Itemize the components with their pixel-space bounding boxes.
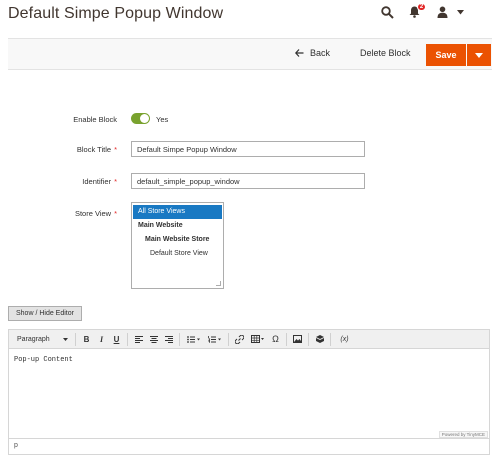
toggle-knob (140, 114, 149, 123)
toolbar-divider (127, 332, 128, 346)
save-options-toggle[interactable] (467, 44, 491, 66)
underline-icon[interactable]: U (110, 333, 123, 346)
back-button-label: Back (310, 48, 331, 58)
enable-block-toggle[interactable] (131, 113, 150, 124)
store-view-label: Store View * (74, 209, 117, 218)
toolbar-divider (179, 332, 180, 346)
notification-badge: 2 (417, 3, 426, 11)
caret-down-icon (475, 52, 483, 58)
link-icon[interactable] (233, 333, 246, 346)
enable-block-label: Enable Block (73, 115, 117, 124)
page-actions-bar: Back Delete Block Save (8, 38, 492, 70)
user-icon (437, 6, 448, 18)
editor-toolbar: Paragraph B I U Ω (x) (9, 330, 489, 349)
widget-icon[interactable] (313, 333, 326, 346)
toolbar-divider (286, 332, 287, 346)
toolbar-divider (330, 332, 331, 346)
powered-by-label[interactable]: Powered by TinyMCE (438, 431, 488, 438)
editor-content[interactable]: Pop-up Content (14, 356, 484, 364)
notifications-button[interactable]: 2 (409, 3, 426, 18)
toolbar-divider (228, 332, 229, 346)
bold-icon[interactable]: B (80, 333, 93, 346)
store-view-option[interactable]: Main Website Store (133, 233, 222, 247)
save-button[interactable]: Save (426, 44, 466, 66)
delete-block-button[interactable]: Delete Block (360, 48, 411, 58)
block-title-input[interactable] (131, 141, 365, 157)
arrow-left-icon (295, 49, 304, 57)
image-icon[interactable] (291, 333, 304, 346)
store-view-multiselect[interactable]: All Store Views Main Website Main Websit… (131, 202, 224, 289)
block-title-label: Block Title * (76, 145, 117, 154)
user-menu-button[interactable] (437, 6, 448, 18)
identifier-input[interactable] (131, 173, 365, 189)
back-button[interactable]: Back (295, 48, 330, 58)
table-icon[interactable] (248, 333, 267, 346)
search-icon[interactable] (381, 6, 394, 19)
italic-icon[interactable]: I (95, 333, 108, 346)
page-title: Default Simpe Popup Window (8, 5, 224, 22)
show-hide-editor-button[interactable]: Show / Hide Editor (8, 306, 82, 321)
numbered-list-icon[interactable] (205, 333, 224, 346)
store-view-option[interactable]: Main Website (133, 219, 222, 233)
editor-content-area[interactable]: Pop-up Content Powered by TinyMCE (9, 349, 489, 438)
toolbar-divider (75, 332, 76, 346)
align-center-icon[interactable] (147, 333, 160, 346)
align-left-icon[interactable] (132, 333, 145, 346)
resize-handle-icon[interactable] (216, 281, 221, 286)
special-char-icon[interactable]: Ω (269, 333, 282, 346)
caret-down-icon (63, 337, 68, 341)
format-select-value: Paragraph (17, 335, 50, 343)
wysiwyg-editor: Paragraph B I U Ω (x) Pop-up Content Pow… (8, 329, 490, 455)
caret-down-icon[interactable] (457, 10, 464, 15)
bullet-list-icon[interactable] (184, 333, 203, 346)
editor-statusbar: p (9, 438, 489, 454)
align-right-icon[interactable] (162, 333, 175, 346)
store-view-option[interactable]: All Store Views (133, 205, 222, 219)
identifier-label: Identifier * (82, 177, 117, 186)
variable-icon[interactable]: (x) (335, 333, 354, 346)
enable-block-value: Yes (156, 115, 169, 124)
toolbar-divider (308, 332, 309, 346)
format-select[interactable]: Paragraph (13, 333, 72, 346)
store-view-option[interactable]: Default Store View (133, 247, 222, 261)
element-path[interactable]: p (14, 442, 18, 449)
